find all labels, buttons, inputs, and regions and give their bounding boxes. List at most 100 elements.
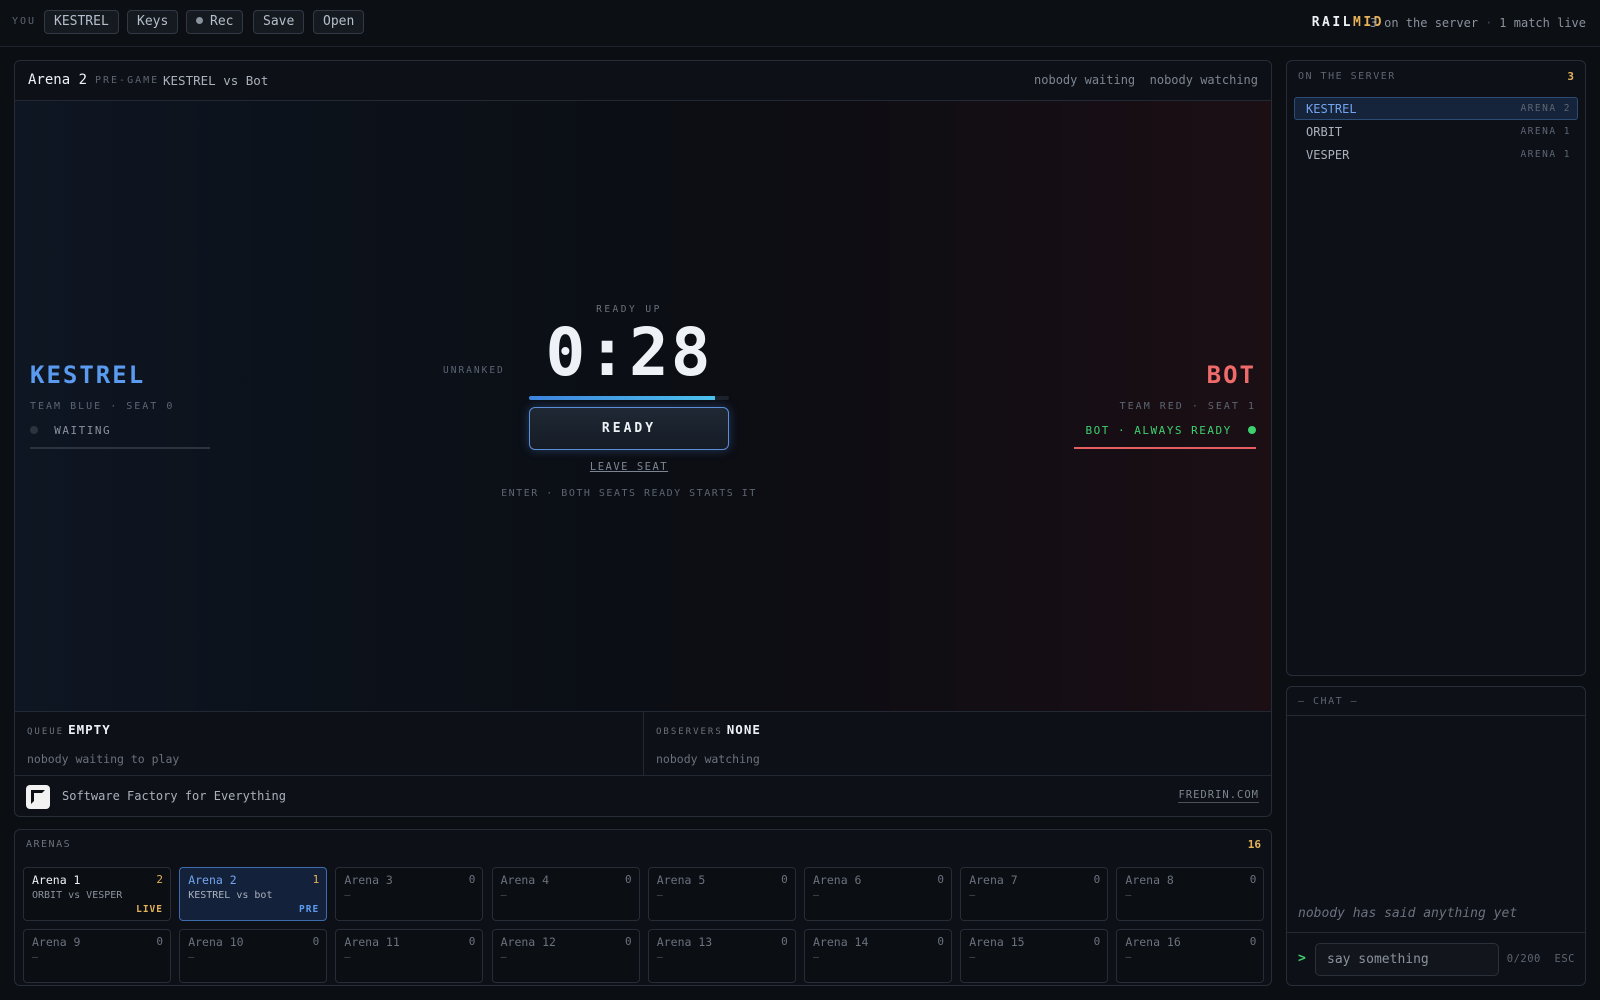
arena-card-count: 0: [624, 935, 632, 948]
server-label: ON THE SERVER: [1298, 71, 1396, 82]
arena-card-count: 0: [1093, 935, 1101, 948]
chat-prompt-icon: >: [1298, 951, 1306, 966]
left-player: KESTREL TEAM BLUE · SEAT 0 WAITING: [30, 361, 210, 449]
arena-card-name: Arena 13: [656, 935, 713, 949]
server-player-name: ORBIT: [1306, 125, 1343, 139]
record-button[interactable]: Rec: [186, 10, 244, 34]
arena-card[interactable]: Arena 10 0 –: [179, 929, 328, 983]
arena-card[interactable]: Arena 5 0 –: [647, 867, 796, 921]
online-count: 3 on the server: [1369, 16, 1479, 30]
arena-card[interactable]: Arena 4 0 –: [491, 867, 640, 921]
waiting-dot-icon: [30, 426, 38, 434]
chat-header: — CHAT —: [1287, 687, 1585, 716]
you-label: YOU: [12, 16, 37, 27]
left-player-status: WAITING: [30, 424, 210, 437]
arena-card-count: 0: [781, 935, 788, 948]
arena-card-sub: –: [656, 952, 663, 963]
left-player-underline: [30, 447, 210, 449]
arena-card[interactable]: Arena 1 2 ORBIT vs VESPER LIVE: [23, 867, 171, 921]
arena-card-count: 0: [1249, 935, 1257, 948]
chat-meta: 0/200 ESC: [1507, 953, 1575, 965]
ready-hint: ENTER · BOTH SEATS READY STARTS IT: [501, 488, 757, 499]
record-dot-icon: [196, 17, 203, 24]
observers-sub: nobody watching: [656, 752, 760, 766]
arena-card[interactable]: Arena 11 0 –: [335, 929, 484, 983]
queue-sub: nobody waiting to play: [27, 752, 180, 766]
arena-card-count: 0: [937, 935, 944, 948]
record-label: Rec: [210, 14, 234, 29]
arena-phase: PRE-GAME: [95, 75, 160, 86]
server-player-row[interactable]: VESPER ARENA 1: [1294, 143, 1578, 166]
right-player: BOT TEAM RED · SEAT 1 BOT · ALWAYS READY: [1074, 361, 1256, 449]
arena-card-sub: –: [656, 890, 663, 901]
arenas-panel: ARENAS 16 Arena 1 2 ORBIT vs VESPER LIVE Are…: [14, 829, 1272, 986]
arena-card-name: Arena 12: [500, 935, 556, 949]
arena-card-sub: KESTREL vs bot: [188, 890, 273, 901]
server-stats: 3 on the server · 1 match live: [1370, 16, 1586, 30]
ready-center: READY UP 0:28 READY LEAVE SEAT ENTER · B…: [501, 304, 755, 499]
chat-counter: 0/200: [1506, 953, 1541, 965]
arena-card-name: Arena 9: [32, 935, 81, 949]
top-bar: YOU KESTREL Keys Rec Save Open RAILMID 3…: [0, 0, 1600, 47]
waiting-status: nobody waiting: [1034, 73, 1136, 87]
arena-card-name: Arena 3: [344, 873, 393, 887]
arena-card-name: Arena 2: [188, 873, 237, 887]
arena-card[interactable]: Arena 9 0 –: [23, 929, 171, 983]
arena-card[interactable]: Arena 8 0 –: [1116, 867, 1265, 921]
arena-card-count: 0: [156, 935, 163, 948]
keys-button[interactable]: Keys: [127, 10, 179, 34]
arena-card-name: Arena 1: [32, 873, 81, 887]
arena-matchup: KESTREL vs Bot: [163, 73, 269, 88]
ready-dot-icon: [1248, 426, 1256, 434]
unranked-label: UNRANKED: [443, 365, 505, 376]
left-player-meta: TEAM BLUE · SEAT 0: [30, 401, 175, 412]
countdown-progress-fill: [529, 396, 715, 400]
server-player-row[interactable]: KESTREL ARENA 2: [1294, 97, 1578, 120]
server-player-name: VESPER: [1306, 148, 1350, 162]
server-player-arena: ARENA 1: [1520, 149, 1571, 160]
arena-card-count: 0: [937, 873, 944, 886]
arena-card-count: 0: [468, 873, 476, 886]
left-player-status-text: WAITING: [54, 424, 112, 437]
arena-card[interactable]: Arena 13 0 –: [647, 929, 796, 983]
arena-card[interactable]: Arena 14 0 –: [804, 929, 952, 983]
arena-card[interactable]: Arena 16 0 –: [1116, 929, 1265, 983]
arena-card-count: 0: [781, 873, 788, 886]
arena-card[interactable]: Arena 2 1 KESTREL vs bot PRE: [179, 867, 328, 921]
server-player-row[interactable]: ORBIT ARENA 1: [1294, 120, 1578, 143]
arena-card-name: Arena 10: [188, 935, 244, 949]
arena-card[interactable]: Arena 7 0 –: [960, 867, 1109, 921]
open-button[interactable]: Open: [313, 10, 365, 34]
chat-empty-message: nobody has said anything yet: [1298, 906, 1518, 921]
right-player-status-text: BOT · ALWAYS READY: [1085, 424, 1232, 437]
leave-seat-link[interactable]: LEAVE SEAT: [590, 461, 668, 473]
footer-tagline: Software Factory for Everything: [62, 789, 286, 803]
arena-card[interactable]: Arena 6 0 –: [804, 867, 952, 921]
arenas-count: 16: [1247, 838, 1261, 851]
live-count: 1 match live: [1499, 16, 1586, 30]
arena-card-count: 0: [1093, 873, 1101, 886]
arena-title: Arena 2: [28, 72, 88, 88]
server-panel: ON THE SERVER 3 KESTREL ARENA 2 ORBIT ARENA…: [1286, 60, 1586, 676]
arena-card-sub: –: [1125, 890, 1132, 901]
observers-value: NONE: [726, 722, 761, 737]
ready-button[interactable]: READY: [529, 407, 729, 450]
queue-row: QUEUE EMPTY nobody waiting to play OBSERV…: [15, 711, 1271, 776]
logo-mark-icon: [26, 785, 50, 809]
chat-input[interactable]: [1315, 943, 1499, 976]
arena-card-count: 0: [624, 873, 632, 886]
arena-card[interactable]: Arena 12 0 –: [491, 929, 640, 983]
player-name-button[interactable]: KESTREL: [44, 10, 119, 34]
queue-value: EMPTY: [68, 722, 111, 737]
arena-card[interactable]: Arena 15 0 –: [960, 929, 1109, 983]
right-player-meta: TEAM RED · SEAT 1: [1119, 401, 1256, 412]
arena-card-name: Arena 15: [969, 935, 1025, 949]
ready-stage: KESTREL TEAM BLUE · SEAT 0 WAITING UNRAN…: [15, 101, 1271, 711]
observers-cell: OBSERVERS NONE nobody watching: [644, 712, 1271, 775]
arena-card-sub: –: [344, 952, 351, 963]
arena-card-count: 2: [156, 873, 163, 886]
save-button[interactable]: Save: [253, 10, 305, 34]
footer-link[interactable]: FREDRIN.COM: [1178, 789, 1259, 803]
arena-card[interactable]: Arena 3 0 –: [335, 867, 484, 921]
arena-header: Arena 2 PRE-GAME KESTREL vs Bot nobody w…: [15, 61, 1271, 101]
